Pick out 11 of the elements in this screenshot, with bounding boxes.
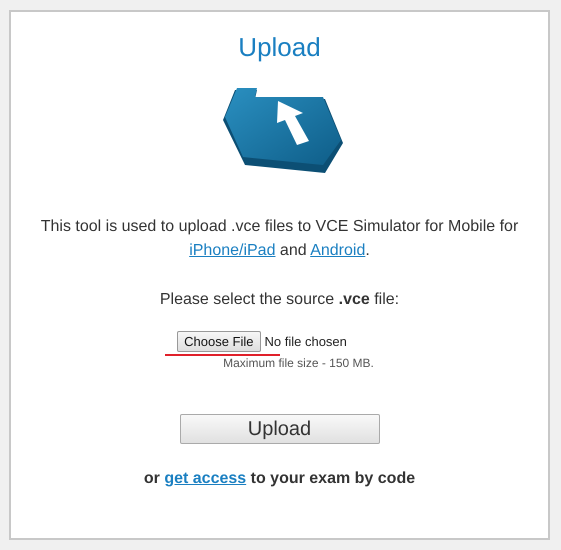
page-title: Upload — [238, 32, 321, 63]
link[interactable]: iPhone/iPad — [189, 242, 276, 259]
file-status-text: No file chosen — [264, 334, 347, 349]
link[interactable]: Android — [310, 242, 366, 259]
description-text: This tool is used to upload .vce files to VCE Simulator for Mobile for iPhone/iPad and Android. — [40, 217, 520, 261]
choose-file-button[interactable]: Choose File — [177, 331, 261, 352]
access-text: or get access to your exam by code — [144, 470, 416, 488]
select-prompt: Please select the source .vce file: — [160, 291, 400, 309]
link[interactable]: get access — [164, 470, 246, 487]
file-size-hint: Maximum file size - 150 MB. — [223, 356, 374, 370]
upload-button[interactable]: Upload — [180, 414, 380, 444]
